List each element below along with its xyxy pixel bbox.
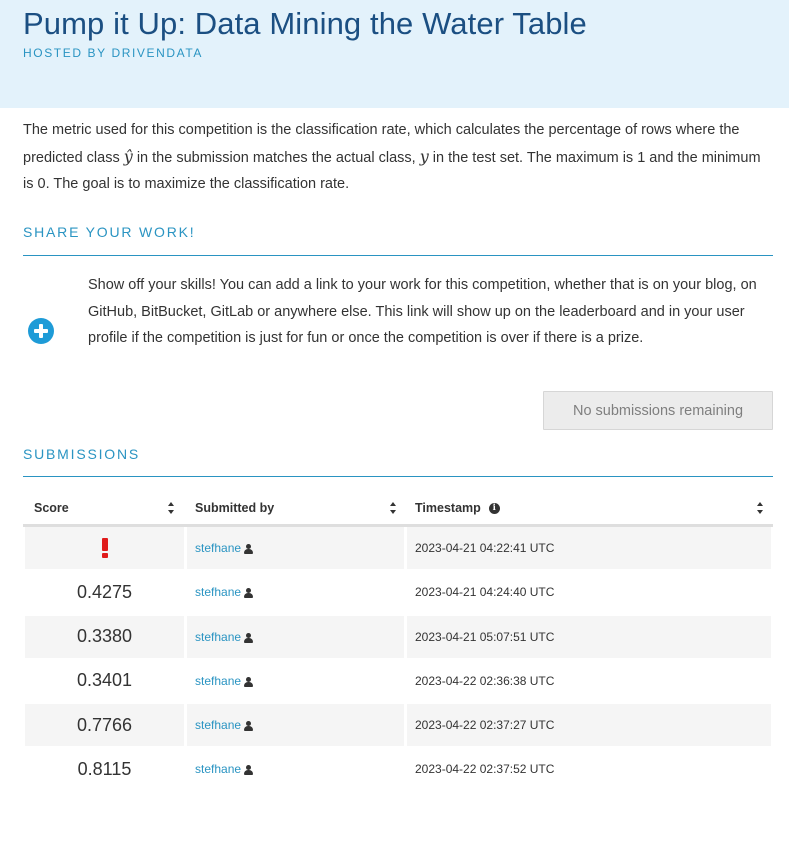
timestamp-cell: 2023-04-22 02:36:38 UTC [415, 673, 555, 688]
hosted-by-label: HOSTED BY DRIVENDATA [23, 46, 204, 60]
table-row: 0.3401 stefhane 2023-04-22 02:36:38 UTC [23, 660, 773, 704]
timestamp-cell: 2023-04-22 02:37:27 UTC [407, 704, 771, 747]
table-row: stefhane 2023-04-21 04:22:41 UTC [23, 527, 773, 571]
error-exclamation-icon[interactable] [101, 538, 108, 558]
sort-icon[interactable] [757, 502, 764, 514]
info-icon[interactable]: i [488, 502, 500, 514]
user-icon [244, 721, 254, 732]
table-row: 0.3380 stefhane 2023-04-21 05:07:51 UTC [23, 615, 773, 660]
submitted-by-cell: stefhane [187, 660, 404, 702]
sort-icon[interactable] [168, 502, 175, 514]
competition-header: Pump it Up: Data Mining the Water Table … [0, 0, 789, 108]
user-link[interactable]: stefhane [195, 630, 241, 644]
submissions-divider [23, 476, 773, 477]
timestamp-cell: 2023-04-22 02:37:52 UTC [415, 762, 555, 777]
share-section-heading: SHARE YOUR WORK! [23, 224, 196, 240]
competition-title: Pump it Up: Data Mining the Water Table [23, 6, 587, 41]
score-value: 0.3401 [76, 670, 133, 691]
user-link[interactable]: stefhane [195, 585, 241, 599]
user-link[interactable]: stefhane [195, 541, 241, 555]
metric-text-part: in the submission matches the actual cla… [132, 149, 420, 166]
submitted-by-column-header[interactable]: Submitted by [184, 489, 406, 527]
user-link[interactable]: stefhane [195, 762, 241, 776]
y-symbol: y [419, 146, 429, 166]
user-icon [244, 765, 254, 776]
table-header: Score Submitted by Timestamp i [23, 489, 773, 527]
user-link[interactable]: stefhane [195, 718, 241, 732]
submitted-by-cell: stefhane [187, 704, 404, 747]
score-header-label: Score [34, 501, 69, 515]
score-column-header[interactable]: Score [23, 489, 184, 527]
score-value: 0.3380 [76, 626, 133, 647]
user-icon [244, 544, 254, 554]
timestamp-cell: 2023-04-21 04:24:40 UTC [415, 585, 555, 600]
submitted-by-cell: stefhane [187, 615, 404, 658]
no-submissions-button[interactable]: No submissions remaining [543, 391, 773, 430]
sort-icon[interactable] [390, 502, 397, 514]
submitted-by-header-label: Submitted by [195, 501, 275, 515]
table-row: 0.4275 stefhane 2023-04-21 04:24:40 UTC [23, 571, 773, 615]
share-divider [23, 255, 773, 256]
plus-circle-icon[interactable] [28, 318, 54, 344]
metric-description: The metric used for this competition is … [23, 117, 775, 198]
share-description: Show off your skills! You can add a link… [88, 277, 757, 346]
score-value: 0.8115 [77, 758, 132, 779]
user-icon [244, 632, 254, 643]
user-icon [244, 588, 254, 599]
score-value: 0.4275 [76, 581, 133, 602]
score-cell: 0.7766 [25, 704, 184, 747]
score-cell: 0.3401 [25, 660, 184, 702]
table-row: 0.8115 stefhane 2023-04-22 02:37:52 UTC [23, 748, 773, 792]
timestamp-column-header[interactable]: Timestamp i [406, 489, 773, 527]
table-row: 0.7766 stefhane 2023-04-22 02:37:27 UTC [23, 704, 773, 748]
timestamp-cell: 2023-04-21 05:07:51 UTC [407, 615, 771, 658]
timestamp-cell: 2023-04-21 04:22:41 UTC [407, 527, 771, 569]
y-hat-symbol: ŷ [123, 146, 133, 166]
timestamp-header-label: Timestamp [415, 501, 481, 515]
score-cell [25, 527, 184, 569]
score-value: 0.7766 [76, 714, 133, 735]
submitted-by-cell: stefhane [187, 571, 404, 613]
table-body: stefhane 2023-04-21 04:22:41 UTC 0.4275 ste… [23, 527, 773, 793]
score-cell: 0.3380 [25, 615, 184, 658]
submissions-table: Score Submitted by Timestamp i stefhane 2… [23, 489, 773, 793]
score-cell: 0.4275 [25, 571, 184, 613]
user-link[interactable]: stefhane [195, 674, 241, 688]
score-cell: 0.8115 [25, 748, 184, 790]
submitted-by-cell: stefhane [187, 748, 404, 790]
user-icon [244, 676, 254, 687]
submitted-by-cell: stefhane [187, 527, 404, 569]
submissions-section-heading: SUBMISSIONS [23, 446, 141, 462]
